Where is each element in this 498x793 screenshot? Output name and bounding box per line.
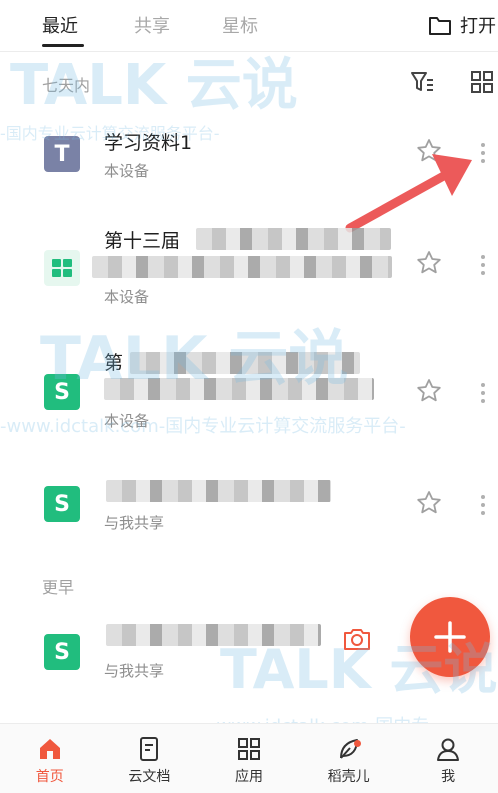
document-icon [140,737,159,761]
tab-shared[interactable]: 共享 [134,12,170,38]
word-doc-icon: T [44,136,80,172]
file-name: 第十三届 [104,230,181,252]
file-name: 第 [104,352,124,374]
star-icon[interactable] [416,490,442,516]
more-options-icon[interactable] [480,254,486,276]
tab-starred[interactable]: 星标 [222,12,258,38]
open-label: 打开 [460,16,496,37]
spreadsheet-s-icon: S [44,634,80,670]
spreadsheet-s-icon: S [44,374,80,410]
camera-icon[interactable] [342,626,372,652]
file-row[interactable]: 第十三届 本设备 [0,210,498,320]
nav-label: 应用 [234,769,263,785]
apps-grid-icon [237,738,260,760]
file-row[interactable]: S 与我共享 [0,470,498,550]
section-label-recent: 七天内 [42,76,91,95]
star-icon[interactable] [416,378,442,404]
sheet-icon [44,250,80,286]
file-source: 本设备 [104,412,150,430]
nav-home[interactable]: 首页 [0,724,100,793]
nav-label: 首页 [35,769,64,785]
more-options-icon[interactable] [480,142,486,164]
user-icon [437,738,460,761]
filter-icon[interactable] [408,68,436,96]
file-name: 学习资料1 [104,132,193,154]
file-source: 与我共享 [104,514,165,532]
more-options-icon[interactable] [480,382,486,404]
nav-label: 我 [441,769,456,785]
section-label-earlier: 更早 [42,578,75,597]
nav-label: 稻壳儿 [327,769,370,785]
grid-view-icon[interactable] [468,68,496,96]
file-source: 与我共享 [104,662,165,680]
top-tab-bar: 最近 共享 星标 打开 [0,0,498,52]
nav-cloud-docs[interactable]: 云文档 [100,724,200,793]
home-icon [39,739,60,759]
star-icon[interactable] [416,250,442,276]
redacted-text [92,256,392,278]
file-row[interactable]: S 第 本设备 [0,340,498,440]
active-tab-indicator [42,44,84,47]
nav-docer[interactable]: 稻壳儿 [299,724,399,793]
bottom-navigation: 首页 云文档 应用 稻壳儿 我 [0,723,498,793]
plus-icon [434,621,466,653]
redacted-text [196,228,391,250]
open-button[interactable]: 打开 [428,10,498,40]
redacted-text [106,624,321,646]
nav-apps[interactable]: 应用 [199,724,299,793]
tab-recent[interactable]: 最近 [42,12,78,38]
redacted-text [130,352,360,374]
notification-dot [353,740,361,747]
more-options-icon[interactable] [480,494,486,516]
nav-me[interactable]: 我 [398,724,498,793]
nav-label: 云文档 [128,769,171,785]
redacted-text [104,378,374,400]
file-source: 本设备 [104,162,150,180]
create-new-button[interactable] [410,597,490,677]
redacted-text [106,480,331,502]
spreadsheet-s-icon: S [44,486,80,522]
folder-icon [429,17,451,35]
file-source: 本设备 [104,288,150,306]
